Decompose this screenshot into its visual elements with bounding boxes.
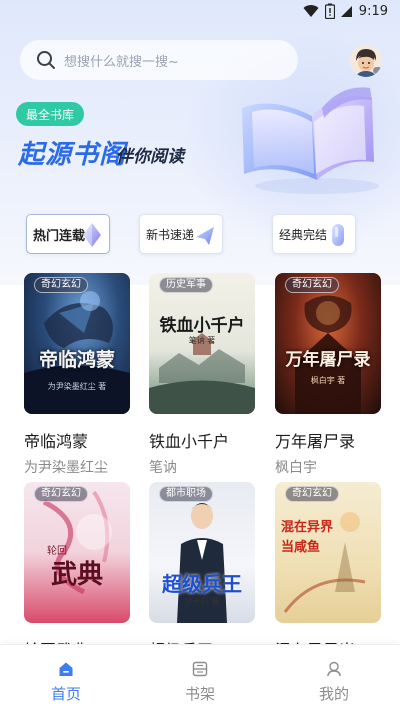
- capsule-icon: [332, 224, 344, 246]
- book-card[interactable]: 奇幻玄幻 轮回 武典 轮回武典: [24, 482, 130, 661]
- category-label: 新书速递: [146, 227, 195, 242]
- brand-slogan: 伴你阅读: [116, 147, 184, 167]
- avatar-icon: [350, 45, 382, 77]
- cover-author: 为尹染墨红尘 著: [47, 382, 107, 391]
- genre-badge: 奇幻玄幻: [285, 486, 339, 502]
- category-hot-serial[interactable]: 热门连载: [26, 214, 110, 254]
- book-card[interactable]: 奇幻玄幻 混在异界当咸鱼 混在异界当: [275, 482, 381, 661]
- wifi-icon: [303, 5, 319, 18]
- genre-badge: 奇幻玄幻: [285, 277, 339, 293]
- cover-author: 步千帆 著: [184, 597, 220, 606]
- book-card[interactable]: 奇幻玄幻 帝临鸿蒙 为尹染墨红尘 著 帝临鸿蒙 为尹染墨红尘: [24, 273, 130, 477]
- book-card[interactable]: 都市职场 超级兵王 步千帆 著 超级兵王: [149, 482, 255, 661]
- category-classic-finished[interactable]: 经典完结: [272, 214, 356, 254]
- book-cover: 都市职场 超级兵王 步千帆 著: [149, 482, 255, 623]
- bottom-navigation: 首页 书架 我的: [0, 644, 400, 712]
- genre-badge: 历史军事: [159, 277, 213, 293]
- signal-icon: [340, 6, 352, 17]
- home-icon: [59, 662, 73, 676]
- book-author: 笔讷: [149, 460, 177, 476]
- cover-art: [24, 291, 130, 414]
- search-bar[interactable]: 想搜什么就搜一搜~: [20, 40, 298, 80]
- paper-plane-icon: [196, 227, 214, 245]
- genre-badge: 奇幻玄幻: [34, 277, 88, 293]
- search-icon: [37, 51, 55, 69]
- cover-title: 混在异界当咸鱼: [281, 520, 334, 555]
- cover-title: 帝临鸿蒙: [38, 349, 115, 371]
- cover-title: 铁血小千户: [159, 316, 245, 336]
- book-title: 铁血小千户: [149, 432, 230, 451]
- brand-title: 起源书阁: [18, 140, 127, 170]
- nav-label: 我的: [318, 685, 349, 703]
- book-author: 枫白宇: [275, 460, 317, 476]
- genre-badge: 都市职场: [159, 486, 213, 502]
- cover-author: 枫白宇 著: [310, 376, 346, 385]
- cover-author: 笔讷 著: [188, 336, 216, 345]
- open-book-illustration: [242, 87, 379, 194]
- nav-label: 书架: [184, 685, 215, 703]
- book-cover: 奇幻玄幻 万年屠尸录 枫白宇 著: [275, 273, 381, 414]
- nav-label: 首页: [50, 685, 81, 703]
- category-new-books[interactable]: 新书速递: [139, 214, 223, 254]
- book-card[interactable]: 奇幻玄幻 万年屠尸录 枫白宇 著 万年屠尸录 枫白宇: [275, 273, 381, 477]
- cover-title: 超级兵王: [162, 572, 242, 596]
- status-bar: 9:19: [0, 0, 400, 24]
- nav-profile[interactable]: 我的: [284, 645, 384, 712]
- library-tag: 最全书库: [16, 102, 85, 126]
- book-card[interactable]: 历史军事 铁血小千户 笔讷 著 铁血小千户 笔讷: [149, 273, 255, 477]
- genre-badge: 奇幻玄幻: [34, 486, 88, 502]
- book-title: 万年屠尸录: [275, 432, 356, 451]
- cover-art: [295, 295, 361, 414]
- book-cover: 历史军事 铁血小千户 笔讷 著: [149, 273, 255, 414]
- category-label: 经典完结: [279, 227, 328, 242]
- book-cover: 奇幻玄幻 混在异界当咸鱼: [275, 482, 381, 623]
- crystal-icon: [83, 223, 101, 247]
- cover-title: 万年屠尸录: [285, 350, 371, 370]
- nav-home[interactable]: 首页: [16, 645, 116, 712]
- profile-icon: [327, 661, 341, 677]
- status-time: 9:19: [358, 3, 388, 19]
- book-author: 为尹染墨红尘: [24, 460, 108, 476]
- book-cover: 奇幻玄幻 帝临鸿蒙 为尹染墨红尘 著: [24, 273, 130, 414]
- category-label: 热门连载: [33, 228, 86, 244]
- battery-alert-icon: [324, 3, 335, 19]
- nav-bookshelf[interactable]: 书架: [150, 645, 250, 712]
- user-avatar[interactable]: [350, 45, 382, 77]
- search-placeholder: 想搜什么就搜一搜~: [64, 54, 179, 70]
- bookshelf-icon: [192, 661, 208, 677]
- book-cover: 奇幻玄幻 轮回 武典: [24, 482, 130, 623]
- book-title: 帝临鸿蒙: [24, 432, 89, 451]
- cover-title: 武典: [50, 560, 103, 590]
